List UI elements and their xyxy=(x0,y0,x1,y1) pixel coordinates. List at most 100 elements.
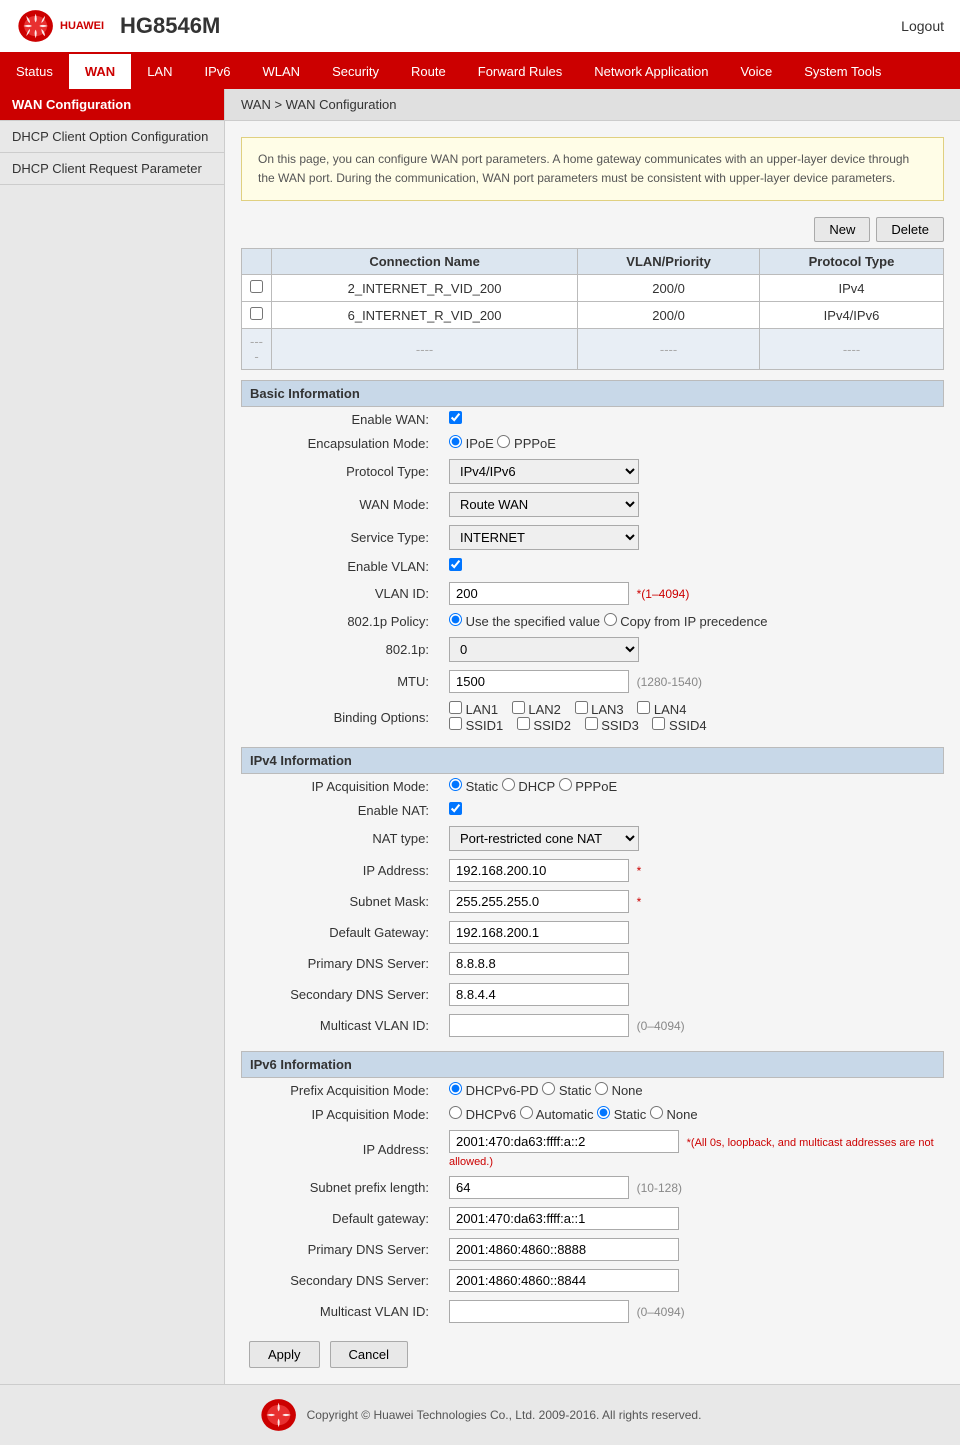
enable-vlan-row: Enable VLAN: xyxy=(241,554,944,578)
nat-type-select[interactable]: Port-restricted cone NAT Full cone NAT A… xyxy=(449,826,639,851)
ssid2-checkbox[interactable] xyxy=(517,717,530,730)
ipv6-pri-dns-input[interactable] xyxy=(449,1238,679,1261)
ipv4-sec-dns-input[interactable] xyxy=(449,983,629,1006)
nat-type-label: NAT type: xyxy=(241,822,441,855)
ipv6-none-radio[interactable] xyxy=(650,1106,663,1119)
row2-proto: IPv4/IPv6 xyxy=(759,302,943,329)
nav-ipv6[interactable]: IPv6 xyxy=(189,54,247,89)
auto-radio[interactable] xyxy=(520,1106,533,1119)
copy-ip-radio[interactable] xyxy=(604,613,617,626)
prefix-acq-row: Prefix Acquisition Mode: DHCPv6-PD Stati… xyxy=(241,1078,944,1102)
pppoe-ipv4-radio[interactable] xyxy=(559,778,572,791)
footer-logo xyxy=(259,1397,299,1433)
nat-type-row: NAT type: Port-restricted cone NAT Full … xyxy=(241,822,944,855)
logout-button[interactable]: Logout xyxy=(901,18,944,34)
ipv4-acq-label: IP Acquisition Mode: xyxy=(241,774,441,798)
prefix-static-radio[interactable] xyxy=(542,1082,555,1095)
lan3-checkbox[interactable] xyxy=(575,701,588,714)
ipv6-static-radio[interactable] xyxy=(597,1106,610,1119)
subnet-input[interactable] xyxy=(449,890,629,913)
ipv6-addr-input[interactable] xyxy=(449,1130,679,1153)
row1-vlan: 200/0 xyxy=(578,275,760,302)
ipv4-addr-input[interactable] xyxy=(449,859,629,882)
wan-mode-label: WAN Mode: xyxy=(241,488,441,521)
sidebar-item-wan-config[interactable]: WAN Configuration xyxy=(0,89,224,121)
ipv4-mcast-input[interactable] xyxy=(449,1014,629,1037)
dot1p-select[interactable]: 0 1 2 3 4 5 6 7 xyxy=(449,637,639,662)
ipv6-sec-dns-row: Secondary DNS Server: xyxy=(241,1265,944,1296)
ipv6-sec-dns-input[interactable] xyxy=(449,1269,679,1292)
nav-lan[interactable]: LAN xyxy=(131,54,188,89)
ipv4-pri-dns-label: Primary DNS Server: xyxy=(241,948,441,979)
lan1-checkbox[interactable] xyxy=(449,701,462,714)
use-specified-label: Use the specified value xyxy=(449,614,600,629)
nav-network-application[interactable]: Network Application xyxy=(578,54,724,89)
ipv6-addr-label: IP Address: xyxy=(241,1126,441,1172)
pppoe-radio[interactable] xyxy=(497,435,510,448)
proto-type-select[interactable]: IPv4 IPv6 IPv4/IPv6 xyxy=(449,459,639,484)
ipv4-gateway-input[interactable] xyxy=(449,921,629,944)
enable-wan-checkbox[interactable] xyxy=(449,411,462,424)
ipv6-acq-label: IP Acquisition Mode: xyxy=(241,1102,441,1126)
dot1p-policy-row: 802.1p Policy: Use the specified value C… xyxy=(241,609,944,633)
cancel-button[interactable]: Cancel xyxy=(330,1341,408,1368)
row1-checkbox[interactable] xyxy=(250,280,263,293)
nav-security[interactable]: Security xyxy=(316,54,395,89)
table-toolbar: New Delete xyxy=(241,217,944,242)
lan4-checkbox[interactable] xyxy=(637,701,650,714)
col-vlan: VLAN/Priority xyxy=(578,249,760,275)
nav-wlan[interactable]: WLAN xyxy=(247,54,317,89)
delete-button[interactable]: Delete xyxy=(876,217,944,242)
sidebar-item-dhcp-request[interactable]: DHCP Client Request Parameter xyxy=(0,153,224,185)
apply-button[interactable]: Apply xyxy=(249,1341,320,1368)
vlan-id-input[interactable] xyxy=(449,582,629,605)
prefix-len-input[interactable] xyxy=(449,1176,629,1199)
ssid3-checkbox[interactable] xyxy=(585,717,598,730)
dhcpv6-pd-radio[interactable] xyxy=(449,1082,462,1095)
dhcpv6-radio[interactable] xyxy=(449,1106,462,1119)
nav-status[interactable]: Status xyxy=(0,54,69,89)
dhcp-radio[interactable] xyxy=(502,778,515,791)
static-radio[interactable] xyxy=(449,778,462,791)
ssid1-checkbox[interactable] xyxy=(449,717,462,730)
vlan-id-label: VLAN ID: xyxy=(241,578,441,609)
nav-forward-rules[interactable]: Forward Rules xyxy=(462,54,579,89)
sidebar-item-dhcp-option[interactable]: DHCP Client Option Configuration xyxy=(0,121,224,153)
empty-vlan: ---- xyxy=(578,329,760,370)
ipoe-radio[interactable] xyxy=(449,435,462,448)
enable-nat-label: Enable NAT: xyxy=(241,798,441,822)
wan-mode-select[interactable]: Route WAN Bridge WAN xyxy=(449,492,639,517)
ipv6-pri-dns-row: Primary DNS Server: xyxy=(241,1234,944,1265)
ipv6-mcast-row: Multicast VLAN ID: (0–4094) xyxy=(241,1296,944,1327)
service-type-select[interactable]: INTERNET TR069 VOIP OTHER xyxy=(449,525,639,550)
breadcrumb: WAN > WAN Configuration xyxy=(225,89,960,121)
prefix-none-radio[interactable] xyxy=(595,1082,608,1095)
basic-info-form: Enable WAN: Encapsulation Mode: IPoE PPP… xyxy=(241,407,944,737)
ipv6-gateway-input[interactable] xyxy=(449,1207,679,1230)
info-box: On this page, you can configure WAN port… xyxy=(241,137,944,201)
mtu-input[interactable] xyxy=(449,670,629,693)
binding-options-row: Binding Options: LAN1 LAN2 LAN3 LAN4 SSI… xyxy=(241,697,944,737)
ipv6-form: Prefix Acquisition Mode: DHCPv6-PD Stati… xyxy=(241,1078,944,1327)
nav-voice[interactable]: Voice xyxy=(724,54,788,89)
new-button[interactable]: New xyxy=(814,217,870,242)
ipv6-mcast-input[interactable] xyxy=(449,1300,629,1323)
nav-wan[interactable]: WAN xyxy=(69,54,131,89)
model-name: HG8546M xyxy=(120,13,220,39)
nav-route[interactable]: Route xyxy=(395,54,462,89)
nav-system-tools[interactable]: System Tools xyxy=(788,54,897,89)
prefix-len-label: Subnet prefix length: xyxy=(241,1172,441,1203)
ipv4-mcast-label: Multicast VLAN ID: xyxy=(241,1010,441,1041)
sidebar: WAN Configuration DHCP Client Option Con… xyxy=(0,89,225,1384)
row2-checkbox[interactable] xyxy=(250,307,263,320)
ipv6-gateway-row: Default gateway: xyxy=(241,1203,944,1234)
ipv4-pri-dns-input[interactable] xyxy=(449,952,629,975)
footer: Copyright © Huawei Technologies Co., Ltd… xyxy=(0,1384,960,1445)
col-checkbox xyxy=(242,249,272,275)
basic-info-header: Basic Information xyxy=(241,380,944,407)
ssid4-checkbox[interactable] xyxy=(652,717,665,730)
use-specified-radio[interactable] xyxy=(449,613,462,626)
enable-nat-checkbox[interactable] xyxy=(449,802,462,815)
lan2-checkbox[interactable] xyxy=(512,701,525,714)
enable-vlan-checkbox[interactable] xyxy=(449,558,462,571)
